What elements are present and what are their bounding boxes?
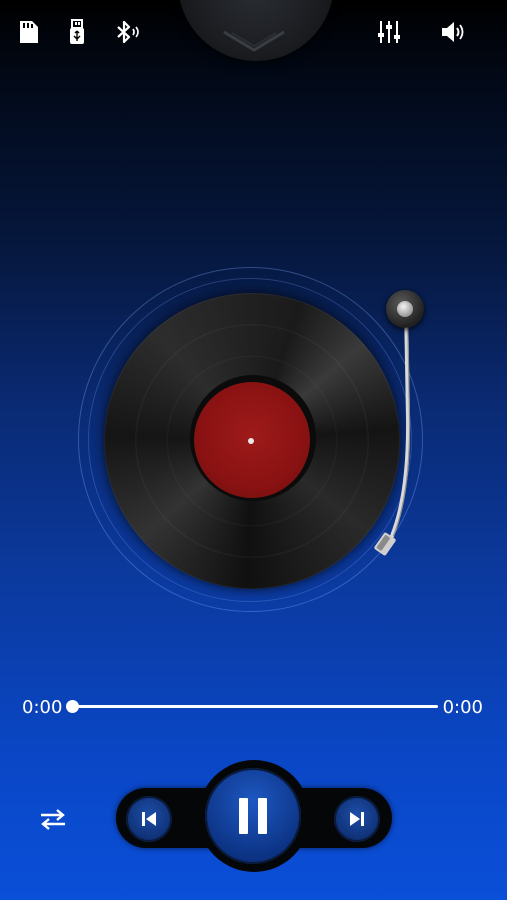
bluetooth-icon[interactable] <box>111 17 141 47</box>
spindle <box>248 438 254 444</box>
repeat-icon <box>41 809 65 830</box>
play-pause-button[interactable] <box>205 768 301 864</box>
tonearm-pivot <box>397 301 413 317</box>
turntable <box>0 250 507 630</box>
next-icon <box>350 812 364 826</box>
sd-card-icon[interactable] <box>14 17 44 47</box>
pause-icon <box>239 798 267 834</box>
seek-bar-thumb[interactable] <box>66 700 79 713</box>
playback-controls <box>0 760 507 880</box>
usb-icon[interactable] <box>62 17 92 47</box>
total-duration: 0:00 <box>442 697 483 718</box>
equalizer-icon[interactable] <box>374 17 404 47</box>
repeat-button[interactable] <box>36 804 70 834</box>
progress-row: 0:00 0:00 <box>0 690 507 724</box>
previous-button[interactable] <box>126 796 172 842</box>
volume-icon[interactable] <box>438 17 468 47</box>
elapsed-time: 0:00 <box>22 697 63 718</box>
seek-bar-track[interactable] <box>72 705 438 708</box>
top-bar <box>0 0 507 64</box>
previous-icon <box>142 812 156 826</box>
chevron-down-icon[interactable] <box>222 28 286 54</box>
next-button[interactable] <box>334 796 380 842</box>
